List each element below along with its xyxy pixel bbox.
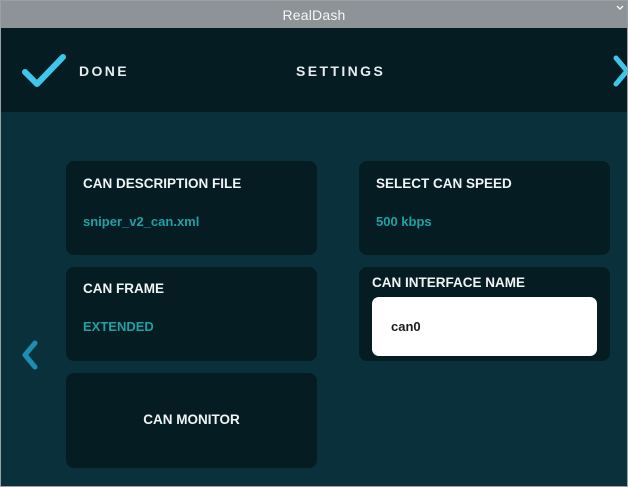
can-interface-name-input[interactable]: can0: [372, 297, 597, 356]
checkmark-icon[interactable]: [21, 53, 67, 89]
chevron-right-icon[interactable]: [613, 55, 628, 87]
can-interface-name-title: CAN INTERFACE NAME: [372, 275, 526, 290]
can-description-file-value: sniper_v2_can.xml: [83, 214, 200, 229]
can-frame-title: CAN FRAME: [83, 281, 164, 296]
window-titlebar[interactable]: RealDash: [1, 1, 627, 28]
chevron-left-icon[interactable]: [21, 339, 39, 371]
select-can-speed-value: 500 kbps: [376, 214, 432, 229]
can-frame-card[interactable]: CAN FRAME EXTENDED: [66, 267, 317, 361]
can-frame-value: EXTENDED: [83, 319, 154, 334]
can-description-file-card[interactable]: CAN DESCRIPTION FILE sniper_v2_can.xml: [66, 161, 317, 255]
chevron-down-icon[interactable]: [615, 3, 625, 13]
done-button[interactable]: DONE: [79, 63, 129, 79]
can-interface-name-card: CAN INTERFACE NAME can0: [359, 267, 610, 361]
can-description-file-title: CAN DESCRIPTION FILE: [83, 176, 242, 191]
realdash-window: RealDash DONE SETTINGS CAN DESCRIPTION F…: [0, 0, 628, 487]
window-title: RealDash: [282, 6, 346, 23]
can-monitor-button[interactable]: CAN MONITOR: [66, 373, 317, 468]
can-monitor-label: CAN MONITOR: [143, 412, 240, 427]
page-title: SETTINGS: [296, 63, 386, 79]
select-can-speed-title: SELECT CAN SPEED: [376, 176, 512, 191]
select-can-speed-card[interactable]: SELECT CAN SPEED 500 kbps: [359, 161, 610, 255]
